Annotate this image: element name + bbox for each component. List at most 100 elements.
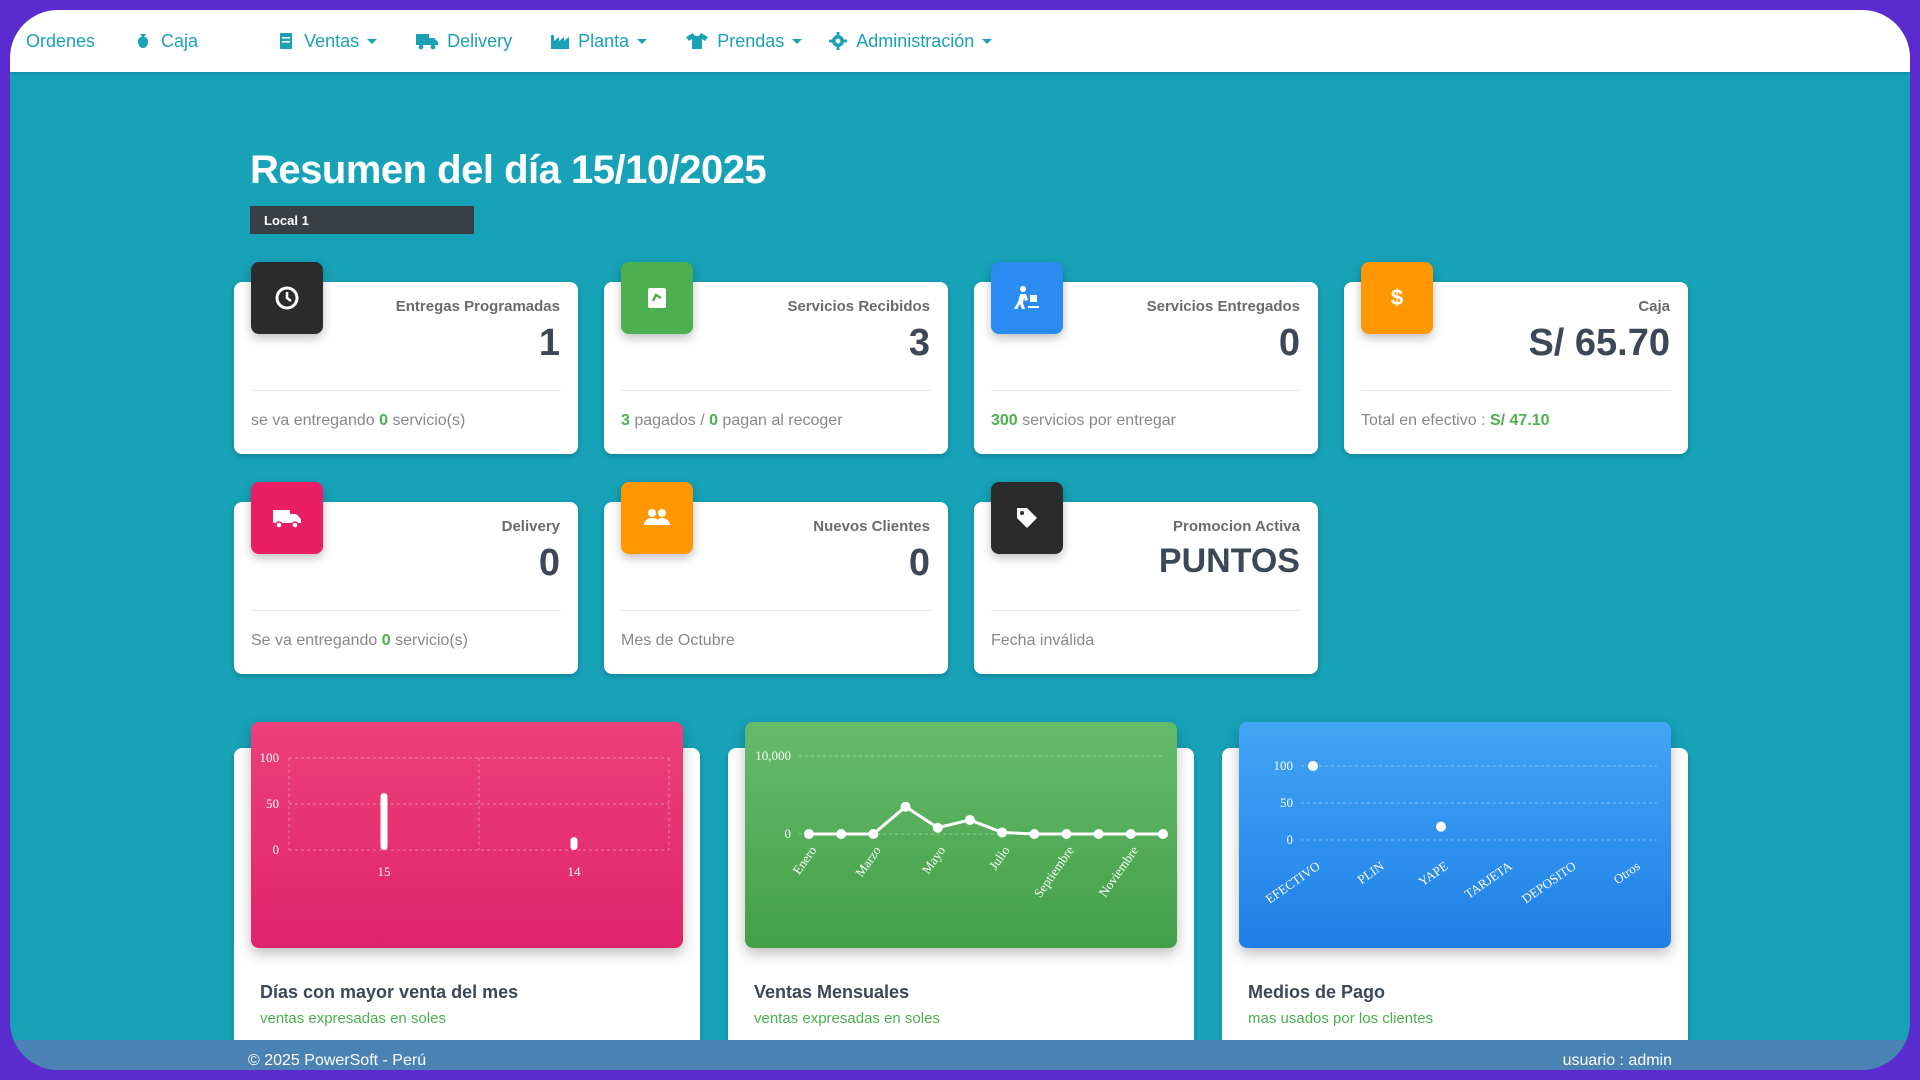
card-delivery: Delivery 0 Se va entregando 0 servicio(s… <box>234 482 578 674</box>
series-line <box>809 804 1163 836</box>
card-label: Servicios Recibidos <box>787 298 930 315</box>
data-point <box>932 822 943 833</box>
card-value: S/ 65.70 <box>1528 322 1670 364</box>
card-divider <box>251 390 561 391</box>
data-point <box>964 814 975 825</box>
card-footer-text: se va entregando <box>251 412 380 429</box>
nav-ventas-label: Ventas <box>304 30 360 51</box>
footer-copyright: © 2025 PowerSoft - Perú <box>248 1052 427 1069</box>
chart-mensuales-svg: 10,000 0 Enero Marzo Mayo Julio Septiembre Novi… <box>755 748 1168 900</box>
data-point <box>804 829 814 839</box>
nav-caja[interactable]: Caja <box>133 31 198 52</box>
nav-ordenes-label: Ordenes <box>26 30 96 51</box>
data-point <box>836 829 847 839</box>
card-footer: Total en efectivo : S/ 47.10 <box>1361 412 1550 430</box>
x-tick-label: DEPOSITO <box>1519 858 1579 906</box>
card-label: Delivery <box>501 518 560 535</box>
card-footer-number: 3 <box>621 412 630 429</box>
nav-prendas[interactable]: Prendas <box>685 30 803 52</box>
chart-title: Ventas Mensuales <box>754 982 910 1002</box>
chart-panel-mensuales: 10,000 0 Enero Marzo Mayo Julio Septiembre Novi… <box>745 722 1177 948</box>
nav-caja-label: Caja <box>161 30 199 51</box>
tshirt-icon <box>685 31 709 51</box>
y-tick-label: 100 <box>1274 758 1294 773</box>
bar <box>570 837 578 850</box>
nav-delivery-label: Delivery <box>447 30 513 51</box>
card-divider <box>621 390 931 391</box>
x-tick-label: Mayo <box>918 843 948 876</box>
card-footer-text: servicio(s) <box>388 412 466 429</box>
card-footer-number: 300 <box>991 412 1018 429</box>
card-value: 0 <box>1278 322 1300 364</box>
nav-ordenes[interactable]: Ordenes <box>26 31 95 52</box>
data-point <box>1093 829 1104 839</box>
card-label: Entregas Programadas <box>395 298 560 315</box>
data-point <box>900 801 911 812</box>
card-divider <box>991 390 1301 391</box>
bar <box>380 792 388 850</box>
card-divider <box>251 610 561 611</box>
x-tick-label: YAPE <box>1415 858 1450 889</box>
card-divider <box>621 610 931 611</box>
y-tick-label: 0 <box>785 826 792 841</box>
card-servicios-recibidos: Servicios Recibidos 3 3 pagados / 0 paga… <box>604 262 948 454</box>
card-footer-text: pagados / <box>629 412 710 429</box>
x-tick-label: 15 <box>378 864 391 879</box>
chart-subtitle: mas usados por los clientes <box>1248 1010 1434 1027</box>
y-tick-label: 100 <box>260 750 280 765</box>
footer: © 2025 PowerSoft - Perú usuario : admin <box>10 1040 1910 1070</box>
nav-prendas-label: Prendas <box>717 30 785 51</box>
chevron-down-icon <box>792 38 803 44</box>
x-tick-label: Noviembre <box>1095 843 1141 900</box>
dollar-icon: $ <box>1361 262 1433 334</box>
chart-title: Medios de Pago <box>1248 982 1386 1002</box>
card-footer: se va entregando 0 servicio(s) <box>251 412 465 430</box>
chart-card-medios: 100 50 0 EFECTIVO PLIN YAPE TARJETA DEPOSITO Otr… <box>1222 722 1688 1048</box>
y-tick-label: 10,000 <box>755 748 791 763</box>
data-point <box>1061 829 1072 839</box>
card-label: Promocion Activa <box>1173 518 1300 535</box>
chart-title: Días con mayor venta del mes <box>260 982 519 1002</box>
card-servicios-entregados: Servicios Entregados 0 300 servicios por… <box>974 262 1318 454</box>
data-point <box>1125 829 1136 839</box>
x-tick-label: Enero <box>789 843 819 877</box>
x-tick-label: PLIN <box>1354 858 1387 887</box>
tag-icon <box>991 482 1063 554</box>
note-icon <box>621 262 693 334</box>
card-footer: Fecha inválida <box>991 632 1095 649</box>
users-icon <box>621 482 693 554</box>
x-tick-label: EFECTIVO <box>1263 858 1323 906</box>
card-footer: 300 servicios por entregar <box>991 412 1176 430</box>
card-divider <box>991 610 1301 611</box>
nav-ventas[interactable]: Ventas <box>276 30 378 52</box>
card-footer-number: 0 <box>381 632 391 649</box>
card-entregas-programadas: Entregas Programadas 1 se va entregando … <box>234 262 578 454</box>
local-badge: Local 1 <box>250 206 474 234</box>
card-caja: $ Caja S/ 65.70 Total en efectivo : S/ 4… <box>1344 262 1688 454</box>
x-tick-label: TARJETA <box>1462 858 1516 902</box>
y-tick-label: 50 <box>1280 795 1293 810</box>
card-value: 1 <box>538 322 560 364</box>
truck-icon <box>251 482 323 554</box>
nav-administracion[interactable]: Administración <box>828 31 993 52</box>
card-footer-text: Total en efectivo : <box>1361 412 1490 429</box>
card-footer-number: 0 <box>709 412 718 429</box>
data-point <box>997 827 1008 838</box>
card-footer-text: pagan al recoger <box>717 412 843 429</box>
data-point <box>1029 829 1040 839</box>
nav-delivery[interactable]: Delivery <box>415 31 512 52</box>
card-footer-text: servicio(s) <box>390 632 469 649</box>
money-bag-icon <box>133 31 153 51</box>
nav-planta[interactable]: Planta <box>550 30 648 52</box>
nav-planta-label: Planta <box>578 30 630 51</box>
y-tick-label: 0 <box>1287 832 1294 847</box>
chevron-down-icon <box>637 38 648 44</box>
gear-icon <box>828 31 848 51</box>
chart-subtitle: ventas expresadas en soles <box>754 1010 940 1027</box>
data-point <box>868 829 879 839</box>
x-tick-label: 14 <box>568 864 582 879</box>
card-divider <box>1361 390 1671 391</box>
receipt-icon <box>276 31 296 51</box>
card-value: 0 <box>538 542 560 584</box>
x-tick-label: Marzo <box>852 843 884 879</box>
